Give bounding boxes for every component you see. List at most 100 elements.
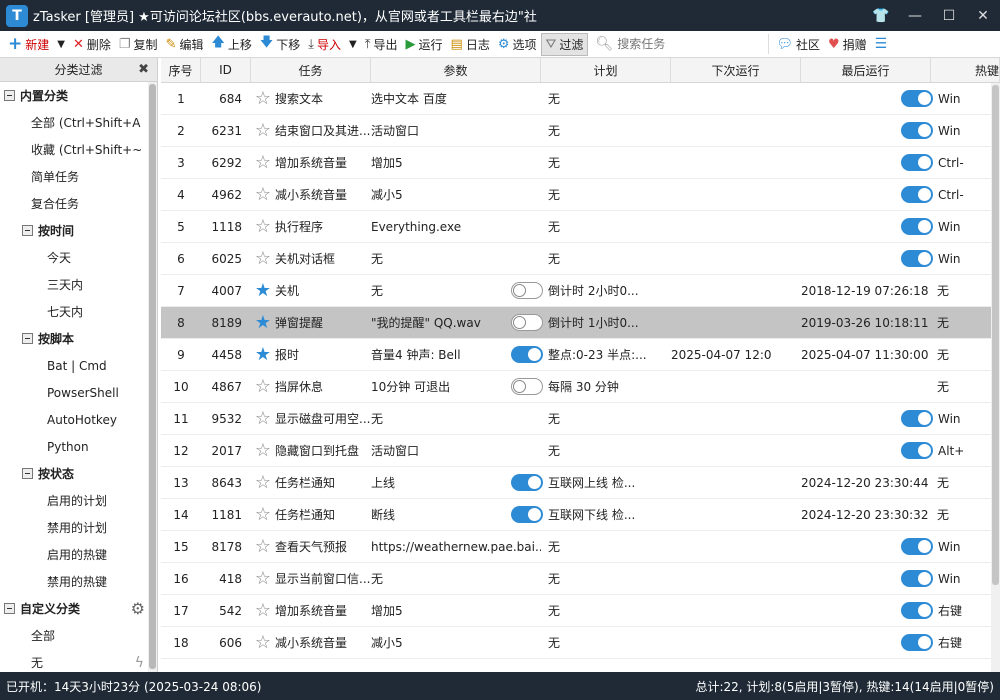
sidebar-item[interactable]: 全部 (Ctrl+Shift+A <box>0 109 157 136</box>
sidebar-scroll-thumb[interactable] <box>149 84 156 669</box>
sidebar-item[interactable]: 自定义分类 ⚙ <box>0 595 157 622</box>
sidebar-item[interactable]: 简单任务 <box>0 163 157 190</box>
favorite-star-icon[interactable]: ★ <box>251 312 275 333</box>
table-row[interactable]: 2 6231 ☆ 结束窗口及其进... 活动窗口 无 Win <box>161 115 1000 147</box>
export-button[interactable]: ⤒ 导出 <box>361 33 402 56</box>
table-row[interactable]: 1 684 ☆ 搜索文本 选中文本 百度无 Win <box>161 83 1000 115</box>
edit-button[interactable]: ✎ 编辑 <box>162 33 208 56</box>
sidebar-item[interactable]: 复合任务 <box>0 190 157 217</box>
favorite-star-icon[interactable]: ☆ <box>251 216 275 237</box>
col-next-run[interactable]: 下次运行 <box>671 58 801 82</box>
collapse-box-icon[interactable] <box>22 225 33 236</box>
table-row[interactable]: 6 6025 ☆ 关机对话框无无 Win <box>161 243 1000 275</box>
favorite-star-icon[interactable]: ☆ <box>251 440 275 461</box>
sidebar-item[interactable]: 全部 <box>0 622 157 649</box>
hotkey-toggle[interactable] <box>901 538 933 555</box>
hotkey-toggle[interactable] <box>901 634 933 651</box>
lightning-icon[interactable]: ϟ <box>135 655 144 671</box>
move-up-button[interactable]: 🡅 上移 <box>207 33 255 56</box>
import-button[interactable]: ⤓ 导入 <box>304 33 345 56</box>
table-row[interactable]: 16 418 ☆ 显示当前窗口信... 无无 Win <box>161 563 1000 595</box>
sidebar-item[interactable]: Bat | Cmd <box>0 352 157 379</box>
copy-button[interactable]: ❐ 复制 <box>115 33 162 56</box>
table-row[interactable]: 3 6292 ☆ 增加系统音量 增加5 无 Ctrl- <box>161 147 1000 179</box>
sidebar-item[interactable]: 无ϟ <box>0 649 157 672</box>
favorite-star-icon[interactable]: ☆ <box>251 504 275 525</box>
sidebar-item[interactable]: 今天 <box>0 244 157 271</box>
table-row[interactable]: 8 8189 ★ 弹窗提醒 "我的提醒" QQ.wav 倒计时 1小时0... 2019-0… <box>161 307 1000 339</box>
sidebar-item[interactable]: 三天内 <box>0 271 157 298</box>
collapse-box-icon[interactable] <box>22 468 33 479</box>
new-dropdown-icon[interactable]: ▼ <box>53 39 69 50</box>
hotkey-toggle[interactable] <box>901 154 933 171</box>
col-seq[interactable]: 序号 <box>161 58 201 82</box>
col-hotkey[interactable]: 热键 <box>931 58 1000 82</box>
filter-button[interactable]: ⛛ 过滤 <box>540 32 589 56</box>
maximize-icon[interactable]: ☐ <box>932 0 966 31</box>
table-row[interactable]: 15 8178 ☆ 查看天气预报 https://weathernew.pae.bai.… <box>161 531 1000 563</box>
new-button[interactable]: + 新建 <box>4 33 53 56</box>
options-button[interactable]: ⚙ 选项 <box>494 33 541 56</box>
run-button[interactable]: ▶ 运行 <box>402 33 447 56</box>
hotkey-toggle[interactable] <box>901 602 933 619</box>
collapse-box-icon[interactable] <box>22 333 33 344</box>
table-row[interactable]: 10 4867 ☆ 挡屏休息 10分钟 可退出 每隔 30 分钟无 <box>161 371 1000 403</box>
table-row[interactable]: 13 8643 ☆ 任务栏通知 上线 互联网上线 检... 2024-12-20 23:30… <box>161 467 1000 499</box>
favorite-star-icon[interactable]: ☆ <box>251 88 275 109</box>
hotkey-toggle[interactable] <box>901 410 933 427</box>
sidebar-item[interactable]: 按脚本 <box>0 325 157 352</box>
plan-toggle[interactable] <box>511 314 543 331</box>
favorite-star-icon[interactable]: ☆ <box>251 568 275 589</box>
hotkey-toggle[interactable] <box>901 122 933 139</box>
log-button[interactable]: ▤ 日志 <box>447 33 494 56</box>
plan-toggle[interactable] <box>511 378 543 395</box>
table-row[interactable]: 14 1181 ☆ 任务栏通知 断线 互联网下线 检... 2024-12-20 23:30… <box>161 499 1000 531</box>
favorite-star-icon[interactable]: ☆ <box>251 408 275 429</box>
collapse-box-icon[interactable] <box>4 90 15 101</box>
col-task[interactable]: 任务 <box>251 58 371 82</box>
favorite-star-icon[interactable]: ☆ <box>251 376 275 397</box>
col-last-run[interactable]: 最后运行 <box>801 58 931 82</box>
hotkey-toggle[interactable] <box>901 186 933 203</box>
sidebar-item[interactable]: Python <box>0 433 157 460</box>
donate-button[interactable]: ♥ 捐赠 <box>824 33 871 56</box>
table-scrollbar[interactable] <box>991 83 1000 672</box>
close-icon[interactable]: ✕ <box>966 0 1000 31</box>
plan-toggle[interactable] <box>511 506 543 523</box>
favorite-star-icon[interactable]: ☆ <box>251 632 275 653</box>
sidebar-item[interactable]: 按时间 <box>0 217 157 244</box>
sidebar-item[interactable]: 收藏 (Ctrl+Shift+~ <box>0 136 157 163</box>
plan-toggle[interactable] <box>511 346 543 363</box>
favorite-star-icon[interactable]: ☆ <box>251 536 275 557</box>
favorite-star-icon[interactable]: ★ <box>251 344 275 365</box>
import-dropdown-icon[interactable]: ▼ <box>345 39 361 50</box>
table-row[interactable]: 12 2017 ☆ 隐藏窗口到托盘 活动窗口 无 Alt+ <box>161 435 1000 467</box>
sidebar-item[interactable]: PowserShell <box>0 379 157 406</box>
sidebar-item[interactable]: 七天内 <box>0 298 157 325</box>
sidebar-item[interactable]: 按状态 <box>0 460 157 487</box>
favorite-star-icon[interactable]: ☆ <box>251 184 275 205</box>
favorite-star-icon[interactable]: ☆ <box>251 248 275 269</box>
close-icon[interactable]: ✖ <box>138 62 149 77</box>
sidebar-item[interactable]: AutoHotkey <box>0 406 157 433</box>
shirt-icon[interactable]: 👕 <box>864 0 898 31</box>
table-row[interactable]: 9 4458 ★ 报时 音量4 钟声: Bell 整点:0-23 半点:... 2025-0… <box>161 339 1000 371</box>
sidebar-item[interactable]: 内置分类 <box>0 82 157 109</box>
table-scroll-thumb[interactable] <box>992 85 999 585</box>
sidebar-item[interactable]: 禁用的热键 <box>0 568 157 595</box>
col-id[interactable]: ID <box>201 58 251 82</box>
collapse-box-icon[interactable] <box>4 603 15 614</box>
table-row[interactable]: 5 1118 ☆ 执行程序 Everything.exe 无 Win <box>161 211 1000 243</box>
sidebar-item[interactable]: 禁用的计划 <box>0 514 157 541</box>
table-row[interactable]: 4 4962 ☆ 减小系统音量 减小5 无 Ctrl- <box>161 179 1000 211</box>
table-row[interactable]: 18 606 ☆ 减小系统音量 减小5 无右键 <box>161 627 1000 659</box>
hotkey-toggle[interactable] <box>901 218 933 235</box>
minimize-icon[interactable]: — <box>898 0 932 31</box>
col-param[interactable]: 参数 <box>371 58 541 82</box>
search-box[interactable]: 🔍︎ <box>590 32 768 56</box>
community-button[interactable]: 💬︎ 社区 <box>772 33 824 56</box>
favorite-star-icon[interactable]: ☆ <box>251 600 275 621</box>
gear-icon[interactable]: ⚙ <box>131 599 145 618</box>
sidebar-scrollbar[interactable] <box>148 82 157 672</box>
plan-toggle[interactable] <box>511 474 543 491</box>
